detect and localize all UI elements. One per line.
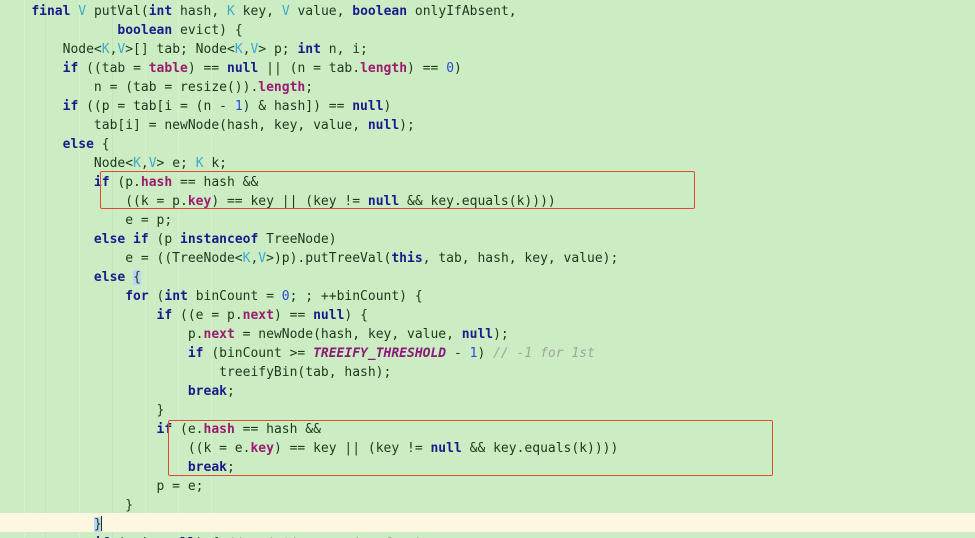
code-line: if ((p = tab[i = (n - 1) & hash]) == nul…	[62, 99, 392, 114]
code-line: ((k = p.key) == key || (key != null && k…	[0, 194, 556, 209]
code-line: final V putVal(int hash, K key, V value,…	[31, 4, 517, 19]
code-line: boolean evict) {	[117, 23, 243, 38]
code-editor[interactable]: final V putVal(int hash, K key, V value,…	[0, 0, 975, 538]
code-line: else {	[93, 270, 141, 285]
code-line: }	[0, 403, 165, 418]
code-line: e = ((TreeNode<K,V>)p).putTreeVal(this, …	[0, 251, 619, 266]
code-line: else if (p instanceof TreeNode)	[93, 232, 337, 247]
code-line: ((k = e.key) == key || (key != null && k…	[0, 441, 619, 456]
code-line: Node<K,V>[] tab; Node<K,V> p; int n, i;	[0, 42, 368, 57]
code-line: }	[93, 516, 102, 532]
code-line: if ((e = p.next) == null) {	[156, 308, 368, 323]
text-caret	[100, 516, 102, 531]
code-line: break;	[187, 384, 235, 399]
code-line: if ((tab = table) == null || (n = tab.le…	[62, 61, 462, 76]
code-line: tab[i] = newNode(hash, key, value, null)…	[0, 118, 415, 133]
code-line: Node<K,V> e; K k;	[0, 156, 227, 171]
code-line: if (binCount >= TREEIFY_THRESHOLD - 1) /…	[187, 346, 595, 361]
code-line: p = e;	[0, 479, 204, 494]
code-line: p.next = newNode(hash, key, value, null)…	[0, 327, 509, 342]
code-line: n = (tab = resize()).length;	[0, 80, 314, 95]
code-line: }	[0, 498, 134, 513]
code-line: if (e != null) { // existing mapping for…	[0, 534, 618, 538]
code-line: else {	[62, 137, 110, 152]
code-line: if (p.hash == hash &&	[93, 175, 259, 190]
code-line: e = p;	[0, 213, 173, 228]
code-line: treeifyBin(tab, hash);	[0, 365, 392, 380]
code-line: for (int binCount = 0; ; ++binCount) {	[125, 289, 423, 304]
source-code[interactable]: final V putVal(int hash, K key, V value,…	[0, 0, 618, 538]
code-line: if (e.hash == hash &&	[156, 422, 321, 437]
code-line: break;	[187, 460, 235, 475]
